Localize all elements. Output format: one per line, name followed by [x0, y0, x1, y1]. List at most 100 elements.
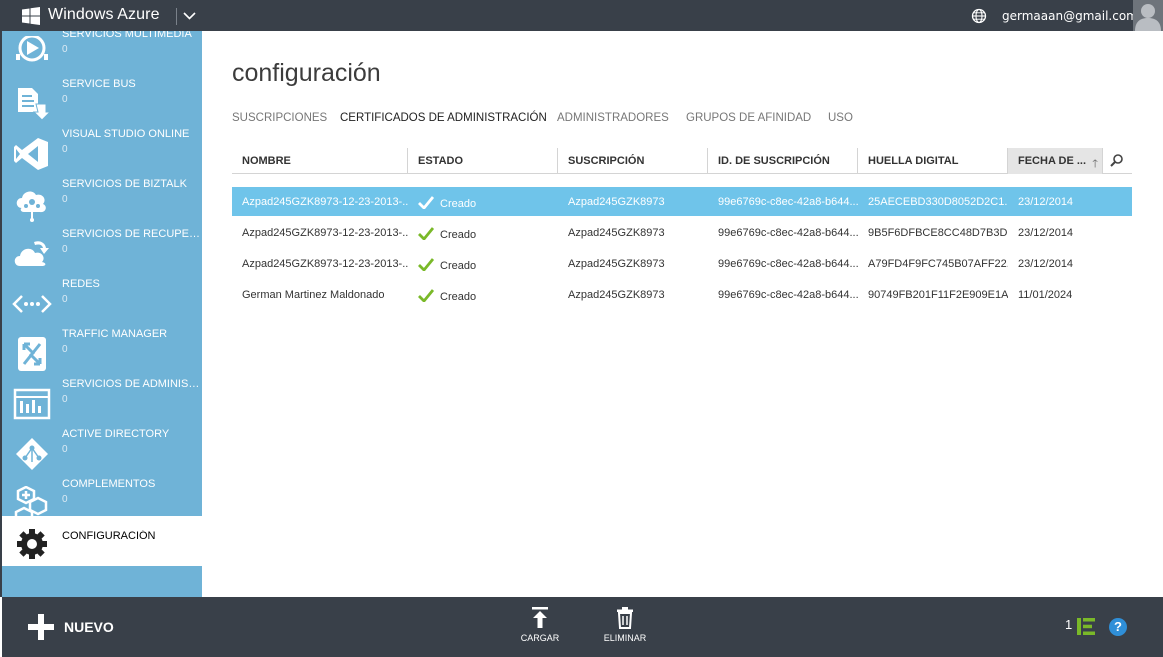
cell-subscription-id: 99e6769c-c8ec-42a8-b644...	[718, 196, 858, 208]
chevron-down-icon[interactable]	[183, 9, 196, 22]
command-bar: NUEVO CARGAR ELIMINAR 1 ?	[2, 597, 1163, 657]
biztalk-icon	[16, 191, 46, 222]
avatar[interactable]	[1133, 0, 1163, 31]
sidebar-item-label: TRAFFIC MANAGER	[62, 328, 168, 340]
table-search-button[interactable]	[1102, 148, 1132, 174]
sidebar-item-label: SERVICIOS MULTIMEDIA	[62, 31, 192, 40]
column-header-thumbprint[interactable]: HUELLA DIGITAL	[858, 148, 1008, 174]
user-email[interactable]: germaaan@gmail.com	[1002, 9, 1138, 23]
sidebar-item-service-bus[interactable]: SERVICE BUS 0	[2, 78, 202, 128]
help-button[interactable]: ?	[1109, 618, 1127, 636]
cell-name: Azpad245GZK8973-12-23-2013-...	[242, 258, 408, 270]
sidebar-item-networks[interactable]: REDES 0	[2, 278, 202, 328]
tab-management-certificates[interactable]: CERTIFICADOS DE ADMINISTRACIÓN	[340, 112, 547, 124]
networks-icon	[12, 295, 52, 313]
operations-list-icon[interactable]	[1077, 618, 1095, 635]
upload-button-label: CARGAR	[520, 633, 560, 643]
cell-subscription: Azpad245GZK8973	[568, 196, 665, 208]
sidebar-item-biztalk[interactable]: SERVICIOS DE BIZTALK 0	[2, 178, 202, 228]
cell-name: Azpad245GZK8973-12-23-2013-...	[242, 196, 408, 208]
cell-status: Creado	[408, 280, 558, 309]
sidebar-item-traffic-manager[interactable]: TRAFFIC MANAGER 0	[2, 328, 202, 378]
upload-icon	[532, 607, 548, 628]
cell-name: German Martinez Maldonado	[242, 289, 385, 301]
main-content: configuración SUSCRIPCIONES CERTIFICADOS…	[202, 31, 1163, 597]
management-services-icon	[13, 388, 51, 420]
tab-affinity-groups[interactable]: GRUPOS DE AFINIDAD	[686, 112, 811, 124]
cell-subscription-id: 99e6769c-c8ec-42a8-b644...	[718, 289, 858, 301]
sidebar-item-label: ACTIVE DIRECTORY	[62, 428, 170, 440]
sidebar-item-count: 0	[62, 294, 68, 305]
search-icon	[1110, 154, 1123, 167]
visual-studio-icon	[14, 138, 48, 170]
active-directory-icon	[16, 438, 48, 470]
column-header-date-label: FECHA DE ...	[1018, 155, 1087, 167]
column-header-status[interactable]: ESTADO	[408, 148, 558, 174]
table-row[interactable]: Azpad245GZK8973-12-23-2013-... Creado Az…	[232, 187, 1132, 216]
column-header-name[interactable]: NOMBRE	[232, 148, 408, 174]
tab-usage[interactable]: USO	[828, 112, 853, 124]
cell-date: 23/12/2014	[1018, 196, 1074, 208]
sidebar-item-visual-studio-online[interactable]: VISUAL STUDIO ONLINE 0	[2, 128, 202, 178]
column-header-date[interactable]: FECHA DE ... 🡑	[1008, 148, 1103, 174]
divider	[176, 8, 177, 25]
sidebar-item-count: 0	[62, 144, 68, 155]
sidebar-item-label: SERVICIOS DE ADMINISTR...	[62, 378, 202, 390]
cell-date: 23/12/2014	[1018, 258, 1074, 270]
tab-administrators[interactable]: ADMINISTRADORES	[557, 112, 669, 124]
cell-thumbprint: 25AECEBD330D8052D2C1...	[868, 196, 1008, 208]
new-button-label: NUEVO	[64, 619, 114, 635]
azure-portal: Windows Azure germaaan@gmail.com SERVICI…	[0, 0, 1163, 657]
service-bus-icon	[18, 88, 52, 121]
cell-thumbprint: 9B5F6DFBCE8CC48D7B3D...	[868, 227, 1008, 239]
sidebar-item-count: 0	[62, 494, 68, 505]
tab-subscriptions[interactable]: SUSCRIPCIONES	[232, 112, 327, 124]
sidebar-item-management-services[interactable]: SERVICIOS DE ADMINISTR... 0	[2, 378, 202, 428]
sidebar-item-count: 0	[62, 194, 68, 205]
upload-button[interactable]: CARGAR	[510, 605, 570, 651]
table-row[interactable]: German Martinez Maldonado Creado Azpad24…	[232, 280, 1132, 309]
cell-status: Creado	[408, 187, 558, 216]
check-icon	[418, 196, 434, 209]
traffic-manager-icon	[18, 337, 46, 371]
sidebar-item-media-services[interactable]: SERVICIOS MULTIMEDIA 0	[2, 31, 202, 78]
delete-button-label: ELIMINAR	[603, 633, 647, 643]
cell-thumbprint: 90749FB201F11F2E909E1A...	[868, 289, 1008, 301]
cell-subscription-id: 99e6769c-c8ec-42a8-b644...	[718, 258, 858, 270]
page-title: configuración	[232, 59, 381, 87]
cell-subscription: Azpad245GZK8973	[568, 227, 665, 239]
sidebar-item-label: SERVICIOS DE BIZTALK	[62, 178, 187, 190]
column-header-subscription[interactable]: SUSCRIPCIÓN	[558, 148, 708, 174]
cell-name: Azpad245GZK8973-12-23-2013-...	[242, 227, 408, 239]
globe-icon[interactable]	[971, 8, 987, 24]
windows-logo-icon[interactable]	[22, 7, 40, 25]
sidebar-item-recovery-services[interactable]: SERVICIOS DE RECUPERA... 0	[2, 228, 202, 278]
trash-icon	[617, 607, 633, 629]
delete-button[interactable]: ELIMINAR	[595, 605, 655, 651]
check-icon	[418, 258, 434, 271]
cell-status-text: Creado	[440, 260, 477, 272]
sort-ascending-icon: 🡑	[1092, 158, 1098, 170]
sidebar-item-configuration[interactable]: CONFIGURACIÓN	[2, 516, 202, 566]
cell-status: Creado	[408, 218, 558, 247]
plus-icon	[28, 614, 54, 640]
new-button[interactable]: NUEVO	[28, 613, 148, 641]
cell-status: Creado	[408, 249, 558, 278]
table-row[interactable]: Azpad245GZK8973-12-23-2013-... Creado Az…	[232, 249, 1132, 278]
cell-subscription-id: 99e6769c-c8ec-42a8-b644...	[718, 227, 858, 239]
cell-subscription: Azpad245GZK8973	[568, 289, 665, 301]
cell-status-text: Creado	[440, 198, 477, 210]
sidebar-item-count: 0	[62, 94, 68, 105]
check-icon	[418, 227, 434, 240]
sidebar-item-count: 0	[62, 344, 68, 355]
notification-count[interactable]: 1	[1065, 617, 1072, 632]
sidebar-item-active-directory[interactable]: ACTIVE DIRECTORY 0	[2, 428, 202, 478]
column-header-subscription-id[interactable]: ID. DE SUSCRIPCIÓN	[708, 148, 858, 174]
sidebar-item-label: CONFIGURACIÓN	[62, 530, 156, 542]
table-row[interactable]: Azpad245GZK8973-12-23-2013-... Creado Az…	[232, 218, 1132, 247]
cell-date: 23/12/2014	[1018, 227, 1074, 239]
sidebar-item-label: VISUAL STUDIO ONLINE	[62, 128, 190, 140]
recovery-cloud-icon	[14, 241, 49, 266]
brand-title[interactable]: Windows Azure	[48, 6, 160, 24]
cell-subscription: Azpad245GZK8973	[568, 258, 665, 270]
